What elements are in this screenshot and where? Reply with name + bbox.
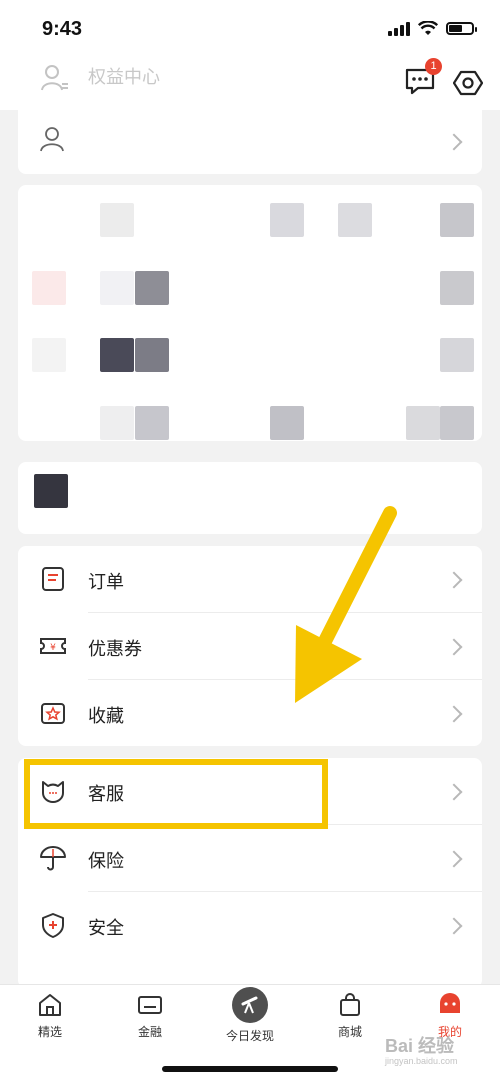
home-icon [39, 994, 61, 1016]
blurred-block [100, 406, 134, 440]
chevron-right-icon [445, 638, 463, 656]
bag-icon [340, 993, 360, 1016]
blurred-block [440, 271, 474, 305]
blurred-block [338, 203, 372, 237]
menu-item-label: 订单 [88, 572, 124, 592]
blurred-block [135, 338, 169, 372]
blurred-block [34, 474, 68, 508]
watermark-text: Bai 经验 [385, 1036, 455, 1056]
blurred-block [100, 338, 134, 372]
tab-featured[interactable]: 精选 [10, 991, 90, 1040]
blurred-services-grid [18, 185, 482, 441]
tab-label: 精选 [37, 1025, 62, 1039]
blurred-block [406, 406, 440, 440]
chevron-right-icon [445, 571, 463, 589]
menu-item-favorite[interactable]: 收藏 [18, 680, 482, 747]
blurred-block [135, 406, 169, 440]
shield-icon [42, 913, 64, 938]
message-badge: 1 [425, 58, 442, 75]
highlight-box [24, 759, 328, 829]
card-icon [138, 996, 162, 1014]
favorite-icon [41, 703, 65, 724]
signal-icon [388, 20, 410, 36]
watermark: Bai 经验 jingyan.baidu.com [385, 1032, 458, 1066]
menu-item-label: 优惠券 [88, 639, 142, 659]
tab-label: 商城 [337, 1025, 362, 1039]
telescope-icon [232, 987, 268, 1023]
blurred-block [440, 203, 474, 237]
tab-label: 今日发现 [225, 1029, 274, 1043]
menu-group-1: 订单 ¥ 优惠券 收藏 [18, 546, 482, 746]
blurred-block [135, 271, 169, 305]
blurred-block [270, 203, 304, 237]
blurred-block [440, 338, 474, 372]
user-avatar-icon [40, 127, 64, 152]
menu-item-security[interactable]: 安全 [18, 892, 482, 959]
menu-item-coupon[interactable]: ¥ 优惠券 [18, 613, 482, 680]
wifi-icon [418, 20, 438, 35]
umbrella-icon [40, 846, 66, 871]
yellow-arrow-annotation [295, 506, 397, 703]
tab-label: 金融 [137, 1025, 162, 1039]
settings-icon[interactable] [453, 68, 483, 98]
chevron-right-icon [445, 133, 463, 151]
menu-item-label: 安全 [88, 918, 124, 938]
chevron-right-icon [445, 783, 463, 801]
user-icon [41, 65, 68, 91]
status-time: 9:43 [42, 18, 83, 40]
tab-mall[interactable]: 商城 [310, 991, 390, 1040]
chevron-right-icon [445, 917, 463, 935]
blurred-block [32, 338, 66, 372]
menu-item-insurance[interactable]: 保险 [18, 825, 482, 892]
menu-item-label: 收藏 [88, 706, 124, 726]
banner-card[interactable] [18, 462, 482, 534]
tab-discover[interactable]: 今日发现 [210, 987, 290, 1044]
chevron-right-icon [445, 705, 463, 723]
order-icon [42, 567, 64, 591]
menu-item-label: 保险 [88, 851, 124, 871]
profile-card[interactable] [18, 110, 482, 174]
top-bar: 权益中心 1 [0, 58, 500, 110]
blurred-block [32, 271, 66, 305]
chevron-right-icon [445, 850, 463, 868]
blurred-block [100, 203, 134, 237]
blurred-block [270, 406, 304, 440]
blurred-block [440, 406, 474, 440]
svg-text:¥: ¥ [50, 643, 56, 653]
menu-item-order[interactable]: 订单 [18, 546, 482, 613]
tab-finance[interactable]: 金融 [110, 991, 190, 1040]
coupon-icon: ¥ [40, 638, 66, 654]
home-indicator[interactable] [162, 1066, 338, 1072]
profile-icon [440, 993, 460, 1013]
status-icons [388, 20, 477, 36]
battery-icon [446, 21, 477, 35]
watermark-sub: jingyan.baidu.com [385, 1056, 458, 1066]
page-title[interactable]: 权益中心 [88, 63, 160, 89]
blurred-block [100, 271, 134, 305]
status-bar: 9:43 [0, 0, 500, 58]
